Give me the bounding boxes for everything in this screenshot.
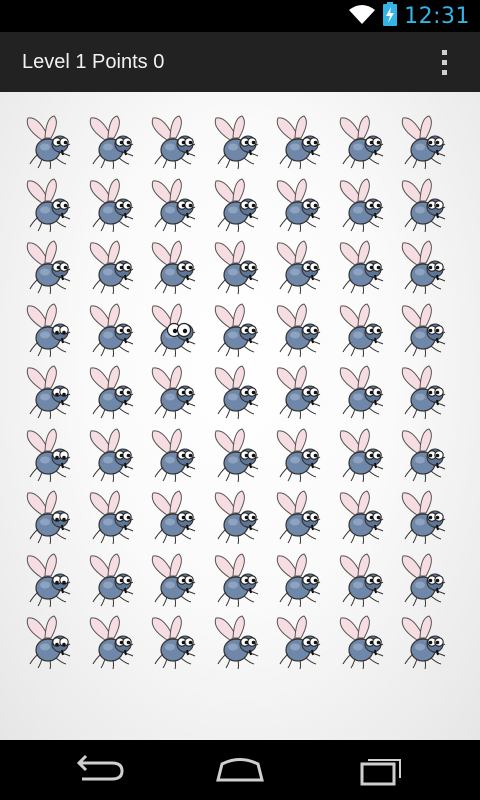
fly-icon[interactable] [83, 614, 139, 670]
fly-icon[interactable] [20, 427, 76, 483]
fly-icon[interactable] [20, 177, 76, 233]
fly-icon[interactable] [208, 302, 264, 358]
fly-icon[interactable] [333, 239, 389, 295]
fly-icon[interactable] [208, 177, 264, 233]
fly-icon[interactable] [83, 489, 139, 545]
home-button[interactable] [200, 750, 280, 790]
fly-icon[interactable] [208, 114, 264, 170]
battery-charging-icon [382, 1, 398, 31]
fly-icon[interactable] [208, 489, 264, 545]
fly-icon[interactable] [145, 489, 201, 545]
fly-icon[interactable] [333, 364, 389, 420]
fly-icon[interactable] [395, 427, 451, 483]
recent-apps-button[interactable] [340, 750, 420, 790]
fly-icon[interactable] [270, 614, 326, 670]
recent-apps-icon [360, 759, 401, 786]
fly-icon[interactable] [333, 614, 389, 670]
fly-icon[interactable] [145, 364, 201, 420]
navigation-bar [0, 740, 480, 800]
fly-icon[interactable] [270, 302, 326, 358]
fly-icon[interactable] [145, 427, 201, 483]
android-screen: 12:31 Level 1 Points 0 [0, 0, 480, 800]
status-bar: 12:31 [0, 0, 480, 32]
game-board [0, 92, 480, 740]
fly-icon[interactable] [20, 302, 76, 358]
fly-icon[interactable] [270, 552, 326, 608]
fly-icon[interactable] [270, 177, 326, 233]
fly-icon[interactable] [333, 552, 389, 608]
fly-icon[interactable] [333, 302, 389, 358]
fly-icon[interactable] [145, 239, 201, 295]
fly-icon[interactable] [395, 302, 451, 358]
fly-icon[interactable] [333, 177, 389, 233]
fly-icon[interactable] [145, 614, 201, 670]
fly-icon[interactable] [83, 552, 139, 608]
fly-icon[interactable] [395, 552, 451, 608]
fly-icon[interactable] [208, 552, 264, 608]
fly-icon[interactable] [83, 114, 139, 170]
fly-icon[interactable] [333, 427, 389, 483]
back-icon [76, 754, 124, 781]
clock: 12:31 [404, 3, 470, 29]
fly-icon[interactable] [395, 489, 451, 545]
fly-icon[interactable] [83, 177, 139, 233]
fly-icon[interactable] [270, 239, 326, 295]
fly-icon[interactable] [270, 489, 326, 545]
status-icons: 12:31 [348, 0, 470, 32]
fly-icon[interactable] [83, 364, 139, 420]
fly-icon[interactable] [20, 552, 76, 608]
fly-icon[interactable] [208, 364, 264, 420]
fly-icon[interactable] [395, 177, 451, 233]
fly-icon[interactable] [20, 364, 76, 420]
fly-icon[interactable] [20, 489, 76, 545]
fly-icon[interactable] [208, 614, 264, 670]
fly-icon[interactable] [145, 177, 201, 233]
fly-icon[interactable] [270, 427, 326, 483]
fly-icon[interactable] [333, 489, 389, 545]
fly-icon[interactable] [20, 239, 76, 295]
back-button[interactable] [60, 750, 140, 790]
fly-icon[interactable] [145, 114, 201, 170]
wifi-icon [348, 3, 376, 30]
fly-grid [0, 92, 480, 740]
action-bar: Level 1 Points 0 [0, 32, 480, 93]
fly-icon[interactable] [208, 239, 264, 295]
page-title: Level 1 Points 0 [22, 51, 165, 73]
overflow-menu-icon[interactable] [430, 42, 460, 82]
fly-icon[interactable] [83, 239, 139, 295]
fly-icon[interactable] [395, 614, 451, 670]
fly-icon[interactable] [395, 114, 451, 170]
fly-icon[interactable] [395, 364, 451, 420]
fly-icon[interactable] [145, 302, 201, 358]
fly-icon[interactable] [270, 364, 326, 420]
fly-icon[interactable] [270, 114, 326, 170]
fly-icon[interactable] [395, 239, 451, 295]
fly-icon[interactable] [83, 302, 139, 358]
fly-icon[interactable] [20, 614, 76, 670]
fly-icon[interactable] [83, 427, 139, 483]
fly-icon[interactable] [208, 427, 264, 483]
fly-icon[interactable] [145, 552, 201, 608]
fly-icon[interactable] [20, 114, 76, 170]
home-icon [216, 758, 264, 782]
fly-icon[interactable] [333, 114, 389, 170]
